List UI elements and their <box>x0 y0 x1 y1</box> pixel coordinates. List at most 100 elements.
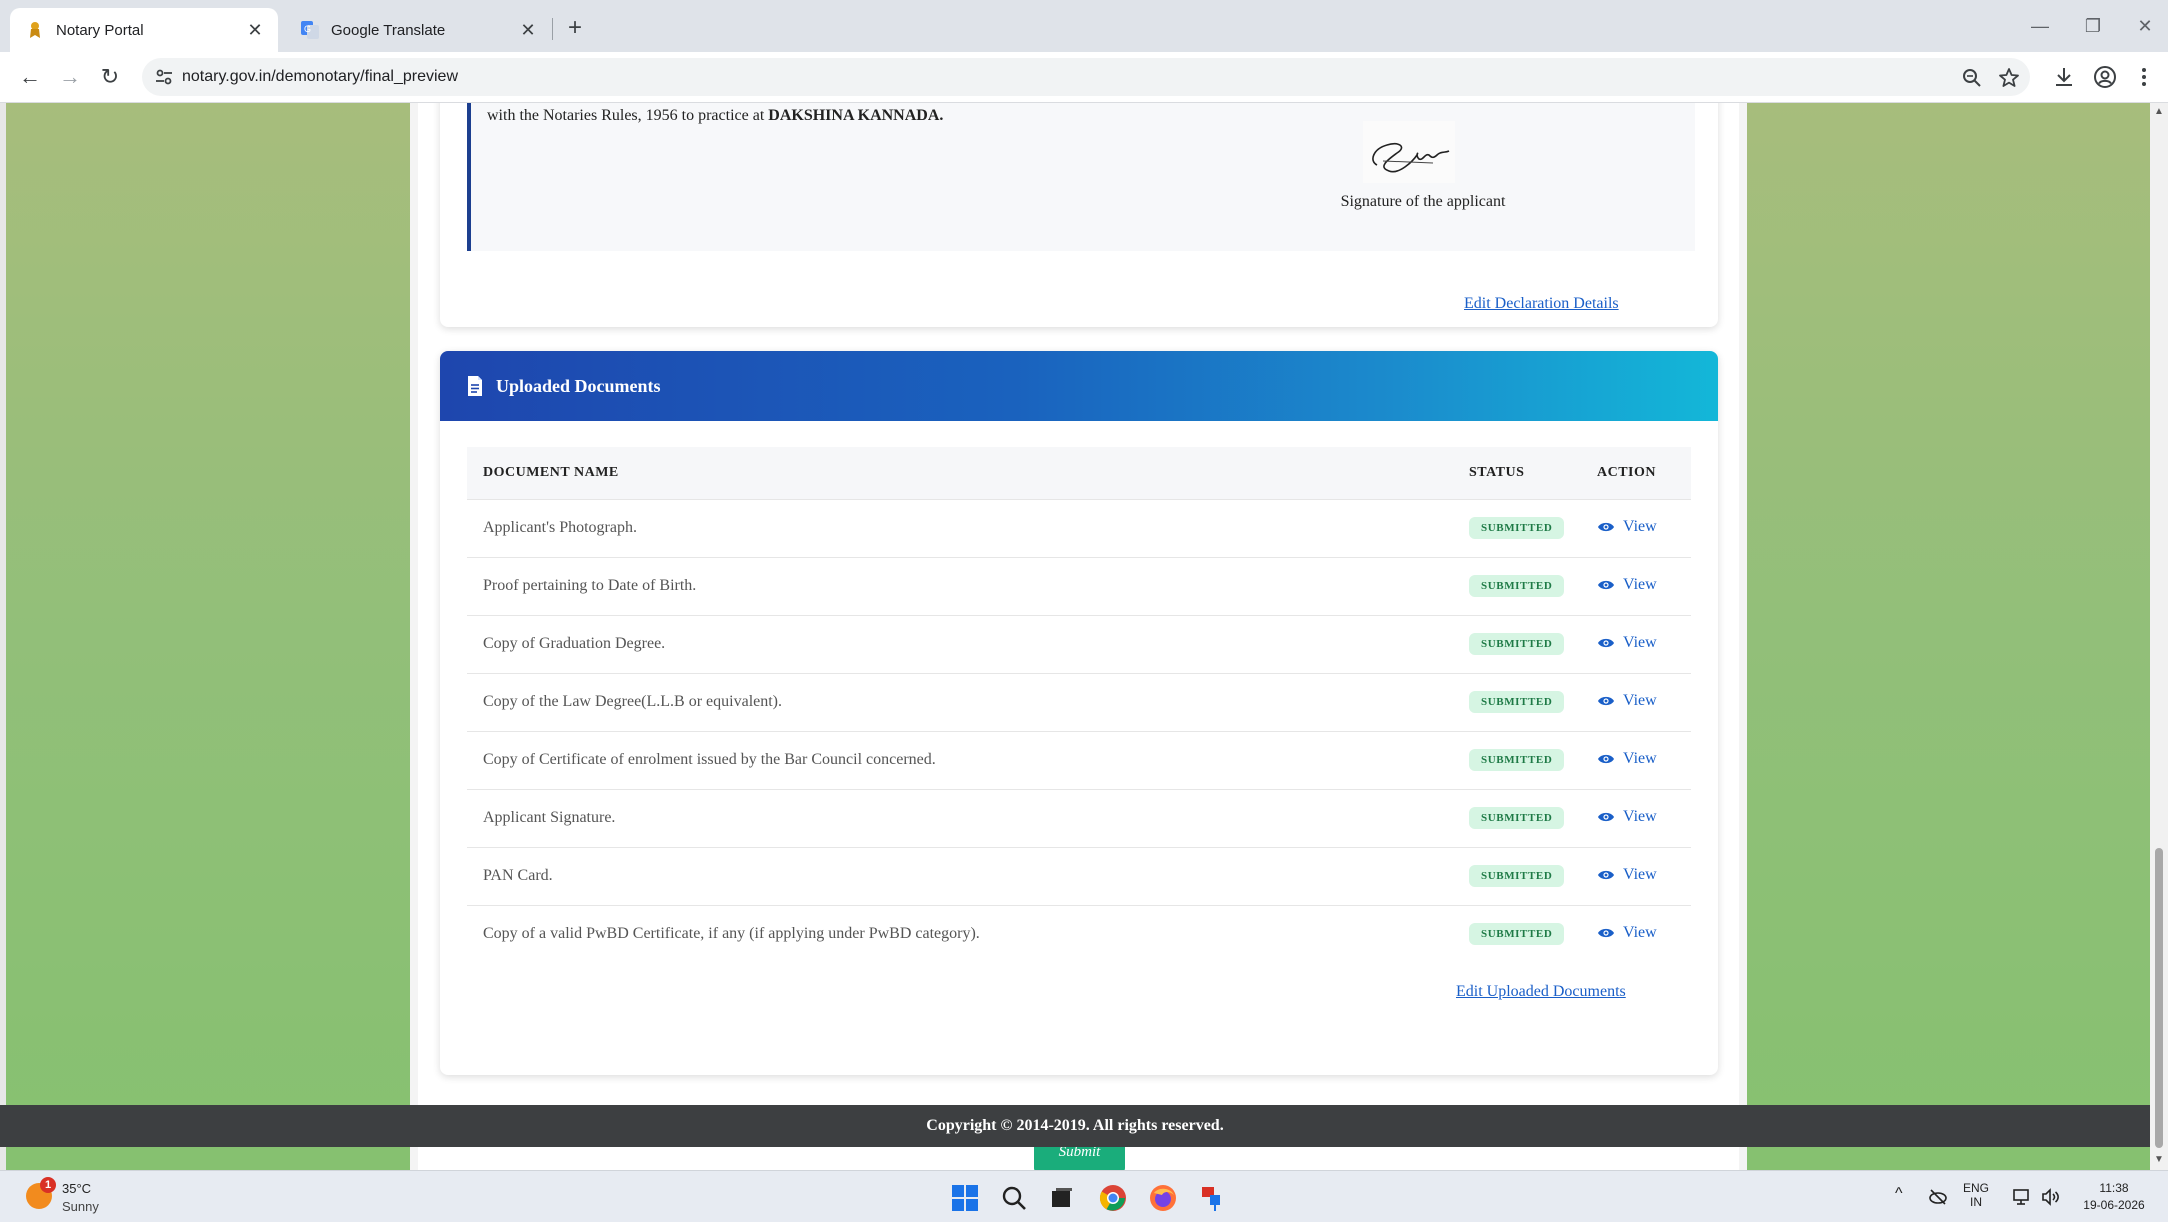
eye-icon <box>1598 928 1614 938</box>
search-icon[interactable] <box>999 1183 1029 1213</box>
view-label: View <box>1623 518 1657 535</box>
profile-icon[interactable] <box>2093 65 2117 89</box>
scrollbar-thumb[interactable] <box>2155 848 2163 1148</box>
action-cell: View <box>1597 730 1691 789</box>
table-row: Proof pertaining to Date of Birth. SUBMIT… <box>467 556 1691 615</box>
declaration-card: with the Notaries Rules, 1956 to practic… <box>440 103 1718 327</box>
view-document-link[interactable]: View <box>1597 576 1657 594</box>
eye-icon <box>1598 812 1614 822</box>
close-window-icon[interactable]: ✕ <box>2120 10 2168 42</box>
view-label: View <box>1623 808 1657 825</box>
declaration-box: with the Notaries Rules, 1956 to practic… <box>467 103 1695 251</box>
table-header-row: DOCUMENT NAME STATUS ACTION <box>467 447 1691 499</box>
region-code: IN <box>1970 1195 1982 1209</box>
status-cell: SUBMITTED <box>1469 846 1597 905</box>
view-label: View <box>1623 634 1657 651</box>
bookmark-star-icon[interactable] <box>1998 67 2020 89</box>
document-icon <box>468 376 482 396</box>
table-row: Copy of Graduation Degree. SUBMITTED View <box>467 614 1691 673</box>
page-footer: Copyright © 2014-2019. All rights reserv… <box>0 1105 2150 1147</box>
status-cell: SUBMITTED <box>1469 498 1597 557</box>
system-clock[interactable]: 11:38 19-06-2026 <box>2078 1181 2150 1212</box>
action-cell: View <box>1597 614 1691 673</box>
column-header-status: STATUS <box>1469 464 1525 480</box>
eye-icon <box>1598 870 1614 880</box>
document-name-cell: Applicant Signature. <box>467 788 1469 847</box>
view-label: View <box>1623 866 1657 883</box>
chrome-icon[interactable] <box>1098 1183 1128 1213</box>
status-cell: SUBMITTED <box>1469 672 1597 731</box>
svg-text:G: G <box>304 24 311 34</box>
documents-header: Uploaded Documents <box>440 351 1718 421</box>
view-label: View <box>1623 750 1657 767</box>
weather-temperature: 35°C <box>62 1181 92 1196</box>
firefox-icon[interactable] <box>1148 1183 1178 1213</box>
document-name-cell: PAN Card. <box>467 846 1469 905</box>
tray-expand-icon[interactable]: ^ <box>1895 1185 1903 1203</box>
action-cell: View <box>1597 556 1691 615</box>
eye-icon <box>1598 696 1614 706</box>
close-tab-icon[interactable]: ✕ <box>517 19 539 41</box>
action-cell: View <box>1597 788 1691 847</box>
site-settings-icon[interactable] <box>154 67 174 87</box>
windows-start-icon[interactable] <box>950 1183 980 1213</box>
new-tab-button[interactable]: + <box>560 14 590 44</box>
status-badge: SUBMITTED <box>1469 633 1565 655</box>
zoom-icon[interactable] <box>1961 67 1983 89</box>
view-label: View <box>1623 692 1657 709</box>
table-row: PAN Card. SUBMITTED View <box>467 846 1691 905</box>
status-badge: SUBMITTED <box>1469 517 1565 539</box>
table-row: Applicant Signature. SUBMITTED View <box>467 788 1691 847</box>
download-icon[interactable] <box>2052 65 2076 89</box>
volume-icon[interactable] <box>2040 1187 2060 1207</box>
view-document-link[interactable]: View <box>1597 924 1657 942</box>
forward-icon[interactable]: → <box>54 61 86 93</box>
status-badge: SUBMITTED <box>1469 865 1565 887</box>
view-document-link[interactable]: View <box>1597 634 1657 652</box>
view-document-link[interactable]: View <box>1597 750 1657 768</box>
network-icon[interactable] <box>2012 1187 2032 1207</box>
language-indicator[interactable]: ENG IN <box>1963 1181 1989 1209</box>
status-badge: SUBMITTED <box>1469 749 1565 771</box>
action-cell: View <box>1597 846 1691 905</box>
table-row: Copy of Certificate of enrolment issued … <box>467 730 1691 789</box>
document-name-cell: Copy of a valid PwBD Certificate, if any… <box>467 904 1469 963</box>
tab-notary-portal[interactable]: Notary Portal ✕ <box>10 8 278 52</box>
task-view-icon[interactable] <box>1047 1183 1077 1213</box>
view-document-link[interactable]: View <box>1597 808 1657 826</box>
page-scrollbar[interactable]: ▲ ▼ <box>2150 103 2168 1170</box>
declaration-place: DAKSHINA KANNADA. <box>768 107 944 124</box>
scroll-up-icon[interactable]: ▲ <box>2154 107 2164 117</box>
applicant-signature-image <box>1363 121 1455 183</box>
eye-icon <box>1598 754 1614 764</box>
view-document-link[interactable]: View <box>1597 866 1657 884</box>
address-bar[interactable]: notary.gov.in/demonotary/final_preview <box>142 58 2030 96</box>
view-document-link[interactable]: View <box>1597 518 1657 536</box>
minimize-icon[interactable]: — <box>2015 10 2065 42</box>
edit-uploaded-documents-link[interactable]: Edit Uploaded Documents <box>1456 983 1626 1001</box>
restore-icon[interactable]: ❐ <box>2068 10 2118 42</box>
declaration-text: with the Notaries Rules, 1956 to practic… <box>487 107 943 125</box>
documents-table: DOCUMENT NAME STATUS ACTION Applicant's … <box>467 447 1691 963</box>
tab-strip: Notary Portal ✕ G Google Translate ✕ + —… <box>0 0 2168 52</box>
status-badge: SUBMITTED <box>1469 691 1565 713</box>
windows-taskbar: 1 35°C Sunny ^ ENG IN 11:38 19-06-2026 <box>0 1170 2168 1222</box>
back-icon[interactable]: ← <box>14 61 46 93</box>
view-document-link[interactable]: View <box>1597 692 1657 710</box>
document-name-cell: Copy of Graduation Degree. <box>467 614 1469 673</box>
table-row: Copy of a valid PwBD Certificate, if any… <box>467 904 1691 963</box>
view-label: View <box>1623 924 1657 941</box>
status-cell: SUBMITTED <box>1469 904 1597 963</box>
menu-kebab-icon[interactable] <box>2132 65 2156 89</box>
reload-icon[interactable]: ↻ <box>94 61 126 93</box>
scroll-down-icon[interactable]: ▼ <box>2154 1155 2164 1165</box>
onedrive-offline-icon[interactable] <box>1928 1187 1948 1207</box>
tab-google-translate[interactable]: G Google Translate ✕ <box>285 8 551 52</box>
action-cell: View <box>1597 498 1691 557</box>
column-header-action: ACTION <box>1597 464 1657 480</box>
network-app-icon[interactable] <box>1198 1183 1228 1213</box>
edit-declaration-link[interactable]: Edit Declaration Details <box>1464 295 1619 313</box>
close-tab-icon[interactable]: ✕ <box>244 19 266 41</box>
eye-icon <box>1598 638 1614 648</box>
tab-separator <box>552 18 553 40</box>
